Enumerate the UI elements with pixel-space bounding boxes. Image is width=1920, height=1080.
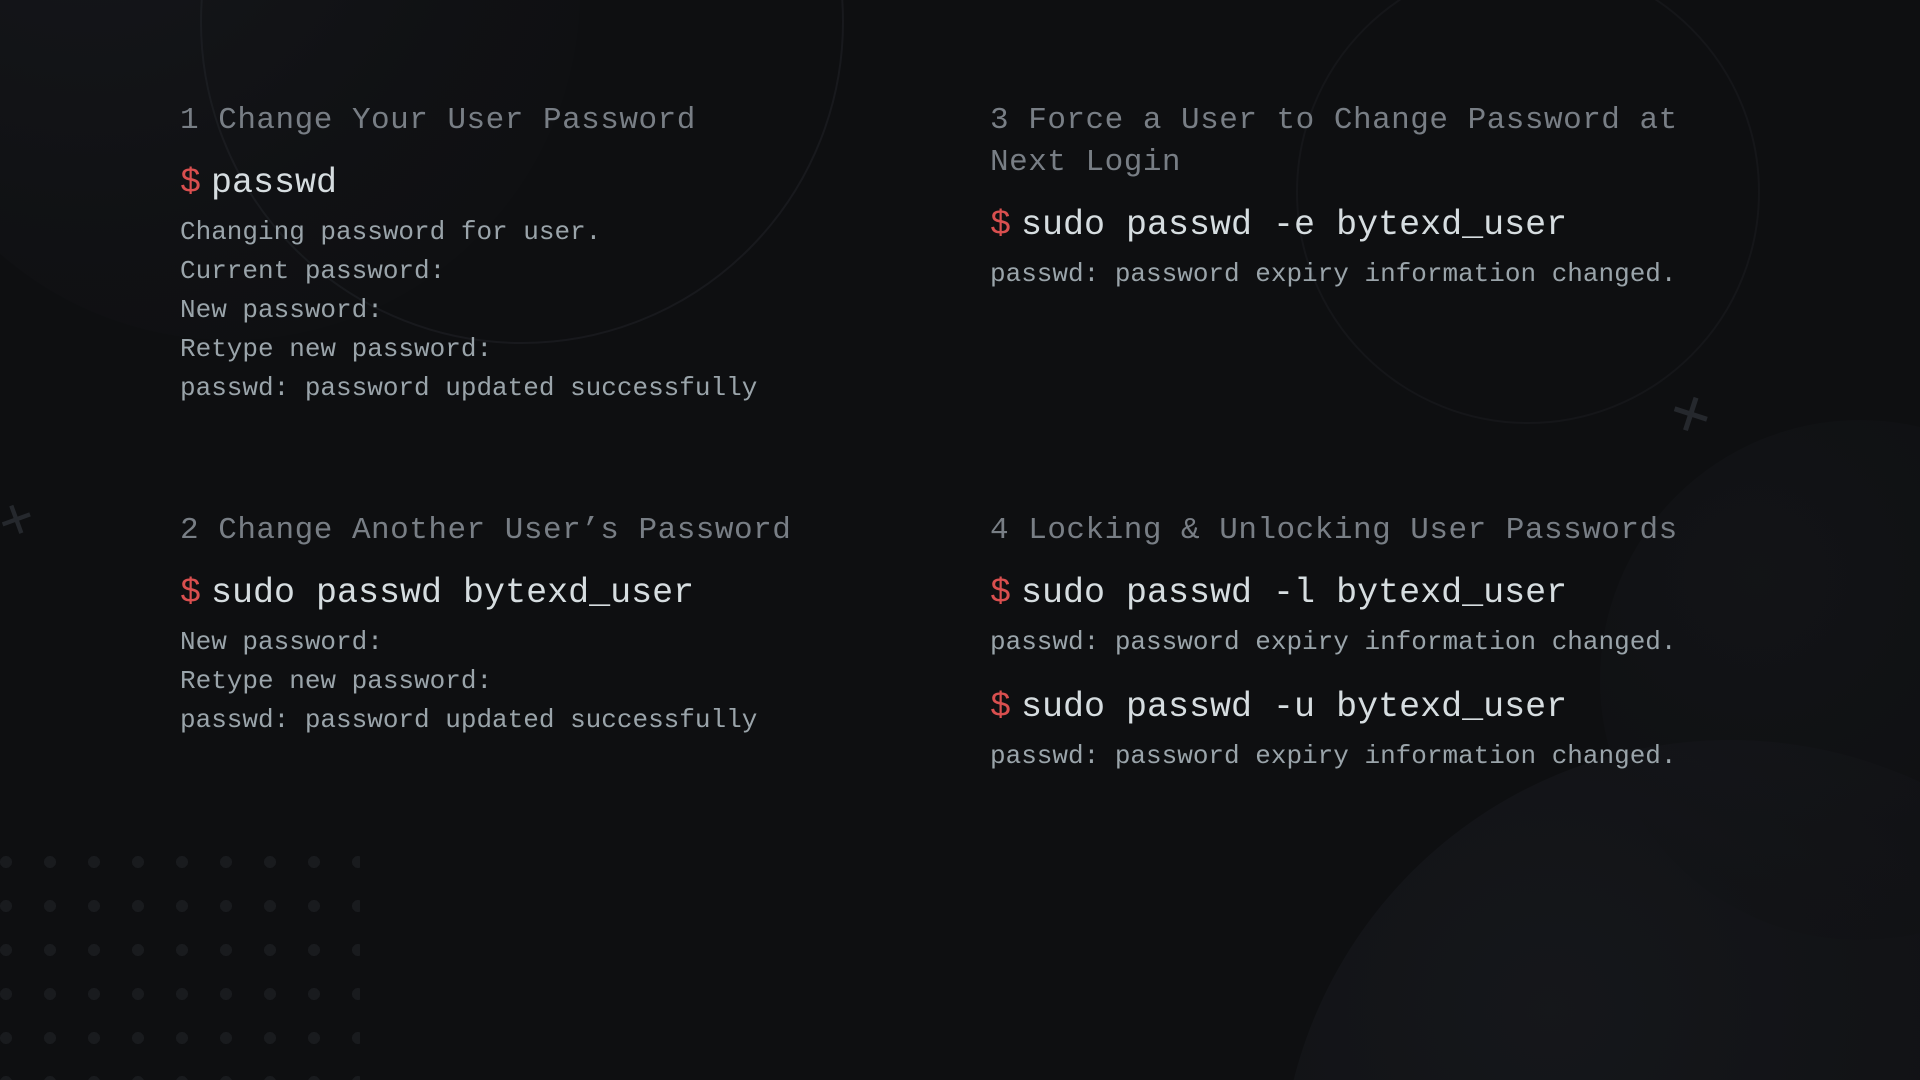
section-number: 2 <box>180 513 199 548</box>
section-title: Change Your User Password <box>218 103 696 138</box>
section-4: 4 Locking & Unlocking User Passwords $su… <box>990 510 1760 880</box>
shell-prompt-icon: $ <box>180 573 201 613</box>
shell-prompt-icon: $ <box>990 573 1011 613</box>
section-number: 1 <box>180 103 199 138</box>
section-heading: 1 Change Your User Password <box>180 100 950 142</box>
command-text: sudo passwd -e bytexd_user <box>1021 205 1567 245</box>
command-output: Changing password for user. Current pass… <box>180 213 950 408</box>
command-text: passwd <box>211 163 337 203</box>
command-block: $sudo passwd bytexd_user New password: R… <box>180 570 950 740</box>
command-block: $sudo passwd -u bytexd_user passwd: pass… <box>990 684 1760 776</box>
command-output: passwd: password expiry information chan… <box>990 737 1760 776</box>
command-output: New password: Retype new password: passw… <box>180 623 950 740</box>
command-output: passwd: password expiry information chan… <box>990 255 1760 294</box>
section-number: 3 <box>990 103 1009 138</box>
command-block: $passwd Changing password for user. Curr… <box>180 160 950 408</box>
section-heading: 3 Force a User to Change Password at Nex… <box>990 100 1690 184</box>
section-title: Locking & Unlocking User Passwords <box>1028 513 1678 548</box>
command-line: $sudo passwd -e bytexd_user <box>990 202 1760 249</box>
command-text: sudo passwd bytexd_user <box>211 573 694 613</box>
command-block: $sudo passwd -l bytexd_user passwd: pass… <box>990 570 1760 662</box>
section-title: Change Another User’s Password <box>218 513 791 548</box>
command-block: $sudo passwd -e bytexd_user passwd: pass… <box>990 202 1760 294</box>
shell-prompt-icon: $ <box>990 687 1011 727</box>
command-output: passwd: password expiry information chan… <box>990 623 1760 662</box>
section-number: 4 <box>990 513 1009 548</box>
section-title: Force a User to Change Password at Next … <box>990 103 1678 180</box>
section-1: 1 Change Your User Password $passwd Chan… <box>180 100 950 470</box>
command-line: $sudo passwd bytexd_user <box>180 570 950 617</box>
section-heading: 4 Locking & Unlocking User Passwords <box>990 510 1760 552</box>
command-text: sudo passwd -u bytexd_user <box>1021 687 1567 727</box>
command-line: $sudo passwd -u bytexd_user <box>990 684 1760 731</box>
command-line: $passwd <box>180 160 950 207</box>
section-3: 3 Force a User to Change Password at Nex… <box>990 100 1760 470</box>
shell-prompt-icon: $ <box>180 163 201 203</box>
command-line: $sudo passwd -l bytexd_user <box>990 570 1760 617</box>
section-2: 2 Change Another User’s Password $sudo p… <box>180 510 950 880</box>
command-text: sudo passwd -l bytexd_user <box>1021 573 1567 613</box>
section-heading: 2 Change Another User’s Password <box>180 510 950 552</box>
shell-prompt-icon: $ <box>990 205 1011 245</box>
command-examples-grid: 1 Change Your User Password $passwd Chan… <box>0 0 1920 1080</box>
